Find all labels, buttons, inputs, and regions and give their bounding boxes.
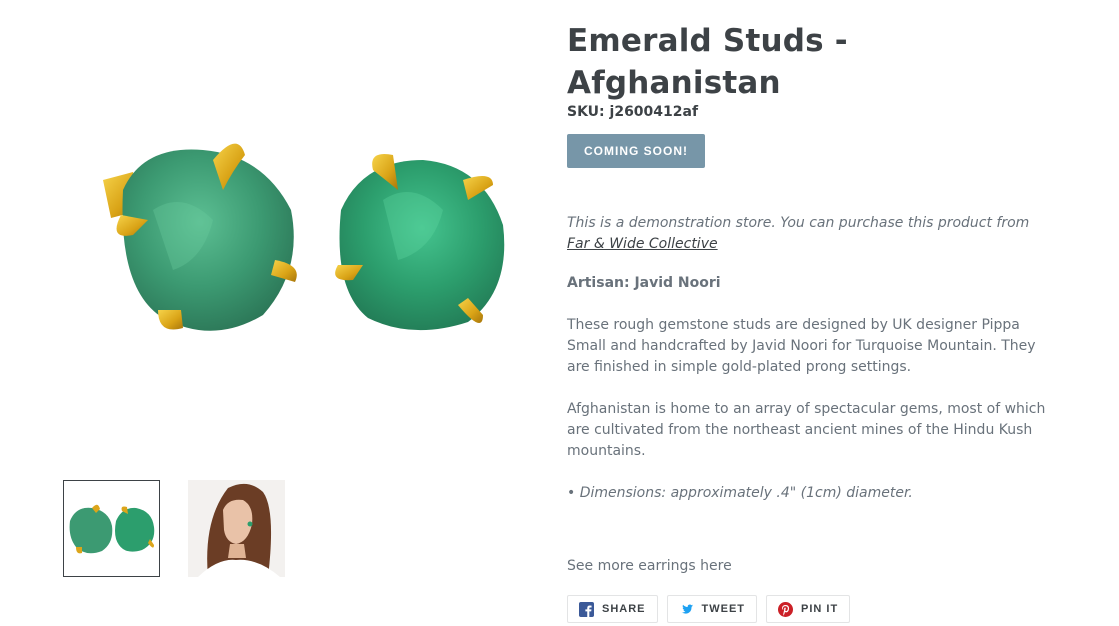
twitter-share-button[interactable]: TWEET <box>666 595 758 623</box>
demo-note-text: This is a demonstration store. You can p… <box>567 215 1030 231</box>
coming-soon-button[interactable]: COMING SOON! <box>567 134 705 168</box>
dimensions-text: • Dimensions: approximately .4" (1cm) di… <box>567 485 913 501</box>
main-product-image[interactable] <box>63 60 543 420</box>
facebook-icon <box>579 601 594 617</box>
product-title: Emerald Studs - Afghanistan <box>567 23 848 101</box>
twitter-icon <box>681 604 693 614</box>
thumbnail-list <box>63 480 285 577</box>
facebook-share-button[interactable]: SHARE <box>567 595 658 623</box>
social-share-bar: SHARE TWEET PIN IT <box>567 595 1047 623</box>
demo-store-note: This is a demonstration store. You can p… <box>567 213 1047 255</box>
product-gallery <box>63 0 543 626</box>
facebook-share-label: SHARE <box>602 603 646 615</box>
pinterest-icon <box>778 601 794 617</box>
description-paragraph-1: These rough gemstone studs are designed … <box>567 317 1036 375</box>
product-info: Emerald Studs - Afghanistan SKU: j260041… <box>567 20 1047 623</box>
description-paragraph-2: Afghanistan is home to an array of spect… <box>567 401 1046 459</box>
artisan-name: Artisan: Javid Noori <box>567 275 721 291</box>
thumbnail-earrings[interactable] <box>63 480 160 577</box>
far-and-wide-link[interactable]: Far & Wide Collective <box>567 236 718 252</box>
pinterest-share-label: PIN IT <box>801 603 839 615</box>
thumbnail-model[interactable] <box>188 480 285 577</box>
see-more-earrings: See more earrings here <box>567 558 732 574</box>
product-sku: SKU: j2600412af <box>567 104 699 120</box>
twitter-share-label: TWEET <box>701 603 746 615</box>
pinterest-share-button[interactable]: PIN IT <box>766 595 851 623</box>
product-description: This is a demonstration store. You can p… <box>567 213 1047 577</box>
